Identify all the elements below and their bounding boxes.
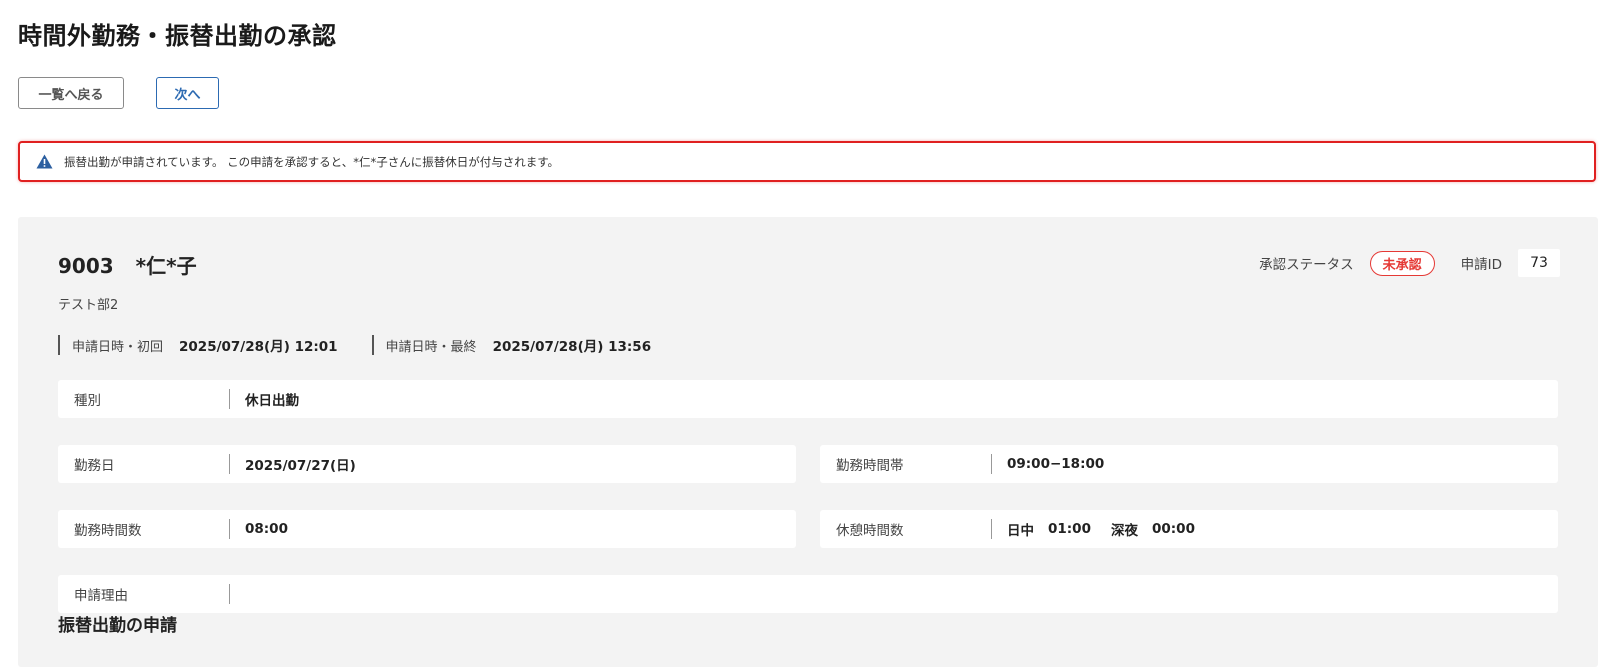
work-hours-range-row: 勤務時間帯 09:00−18:00 (820, 445, 1558, 483)
info-alert: 振替出勤が申請されています。 この申請を承認すると、*仁*子さんに振替休日が付与… (18, 141, 1596, 182)
first-request-date: 申請日時・初回 2025/07/28(月) 12:01 (58, 335, 338, 355)
last-request-label: 申請日時・最終 (385, 339, 477, 355)
alert-message: 振替出勤が申請されています。 この申請を承認すると、*仁*子さんに振替休日が付与… (64, 154, 560, 169)
department: テスト部2 (58, 298, 119, 313)
employee-id: 9003 (58, 254, 114, 278)
next-button[interactable]: 次へ (156, 77, 219, 109)
request-id-label: 申請ID (1460, 257, 1502, 273)
divider (229, 454, 230, 474)
type-label: 種別 (74, 393, 101, 409)
break-hours-value: 日中 01:00 深夜 00:00 (1007, 519, 1195, 539)
divider (991, 519, 992, 539)
work-hours-label: 勤務時間数 (74, 523, 142, 539)
work-date-label: 勤務日 (74, 458, 115, 474)
type-row: 種別 休日出勤 (58, 380, 1558, 418)
substitute-section-title: 振替出勤の申請 (58, 616, 177, 636)
divider (229, 584, 230, 604)
break-night-value: 00:00 (1151, 521, 1195, 537)
divider (229, 389, 230, 409)
page-title: 時間外勤務・振替出勤の承認 (18, 22, 337, 50)
request-dates: 申請日時・初回 2025/07/28(月) 12:01 申請日時・最終 2025… (58, 335, 651, 355)
first-request-value: 2025/07/28(月) 12:01 (179, 339, 338, 355)
break-hours-row: 休憩時間数 日中 01:00 深夜 00:00 (820, 510, 1558, 548)
break-day-value: 01:00 (1048, 521, 1091, 537)
status-label: 承認ステータス (1259, 257, 1354, 273)
employee-header: 9003 *仁*子 (58, 250, 197, 279)
request-id-value: 73 (1518, 249, 1560, 277)
first-request-label: 申請日時・初回 (72, 339, 164, 355)
work-hours-value: 08:00 (245, 521, 288, 537)
last-request-value: 2025/07/28(月) 13:56 (492, 339, 652, 355)
reason-label: 申請理由 (74, 588, 128, 604)
status-area: 承認ステータス 未承認 申請ID 73 (1259, 249, 1560, 277)
divider (991, 454, 992, 474)
work-hours-range-value: 09:00−18:00 (1007, 456, 1105, 472)
divider (229, 519, 230, 539)
warning-icon (36, 154, 53, 169)
reason-row: 申請理由 (58, 575, 1558, 613)
employee-name: *仁*子 (135, 254, 197, 278)
work-date-row: 勤務日 2025/07/27(日) (58, 445, 796, 483)
break-day-label: 日中 (1007, 523, 1034, 539)
break-night-label: 深夜 (1110, 523, 1138, 539)
last-request-date: 申請日時・最終 2025/07/28(月) 13:56 (371, 335, 652, 355)
type-value: 休日出勤 (245, 393, 299, 409)
request-detail-panel: 9003 *仁*子 テスト部2 承認ステータス 未承認 申請ID 73 申請日時・… (18, 217, 1598, 667)
work-hours-range-label: 勤務時間帯 (836, 458, 904, 474)
status-badge: 未承認 (1369, 250, 1435, 276)
work-hours-row: 勤務時間数 08:00 (58, 510, 796, 548)
break-hours-label: 休憩時間数 (836, 523, 904, 539)
work-date-value: 2025/07/27(日) (245, 458, 356, 474)
back-to-list-button[interactable]: 一覧へ戻る (18, 77, 124, 109)
